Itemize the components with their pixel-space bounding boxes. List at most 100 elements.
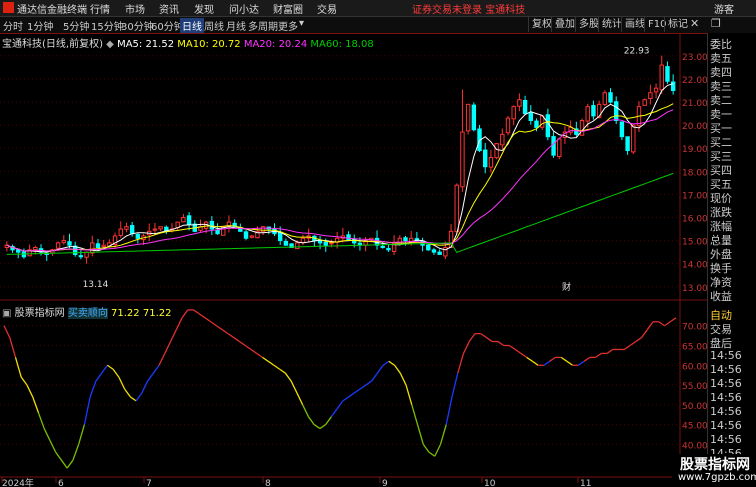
close-icon[interactable]: ✕	[690, 17, 699, 30]
candle-body	[665, 66, 670, 82]
sidebar-lower: 14:56	[710, 363, 742, 376]
chart-area[interactable]: 23.00 22.00 21.00 20.00 19.00 18.00 17.00 16.00…	[0, 33, 707, 487]
menu-zixun[interactable]: 资讯	[159, 1, 179, 16]
candle-body	[67, 241, 72, 246]
candle-body	[619, 121, 625, 138]
indicator-segment	[336, 400, 344, 410]
tab-1min[interactable]: 1分钟	[27, 18, 53, 33]
app-title: 通达信金融终端	[17, 5, 87, 16]
indicator-segment	[376, 364, 384, 374]
tab-60min[interactable]: 60分钟	[151, 18, 184, 33]
indicator-segment	[371, 372, 378, 382]
indicator-segment	[273, 364, 281, 370]
indicator-segment	[262, 356, 269, 362]
indicator-segment	[233, 337, 240, 343]
candle-body	[551, 136, 556, 156]
candle-body	[488, 156, 494, 168]
indicator-segment	[20, 376, 28, 386]
ma5-label: MA5: 21.52	[117, 39, 175, 50]
chart-grid	[0, 33, 707, 487]
x-tick-label: 10	[484, 479, 496, 487]
ma5-line	[6, 83, 674, 253]
y-tick-label: 60.00	[682, 362, 707, 372]
quote-sidebar: 委比 卖五 卖四 卖三 卖二 卖一 买一 买二 买三 买四 买五 现价 涨跌 涨…	[707, 33, 756, 487]
tab-15min[interactable]: 15分钟	[91, 18, 124, 33]
indicator-segment	[543, 360, 551, 366]
candle-body	[277, 231, 283, 242]
y-tick-label: 50.00	[682, 402, 707, 412]
indicator-segment	[313, 424, 321, 430]
indicator-label: 买卖顺向	[67, 308, 108, 319]
menu-hangqing[interactable]: 行情	[90, 1, 110, 16]
tab-30min[interactable]: 30分钟	[121, 18, 154, 33]
tab-5min[interactable]: 5分钟	[63, 18, 89, 33]
indicator-segment	[83, 396, 91, 425]
indicator-segment	[175, 317, 183, 330]
candle-body	[659, 64, 664, 91]
settings-icon[interactable]: ◆	[106, 39, 114, 50]
menu-wenxiaoda[interactable]: 问小达	[229, 1, 259, 16]
indicator-segment	[112, 368, 120, 378]
indicator-segment	[3, 325, 11, 338]
indicator-segment	[658, 321, 665, 327]
indicator-segment	[520, 352, 528, 358]
candle-body	[175, 221, 180, 228]
indicator-segment	[416, 424, 424, 445]
indicator-segment	[66, 459, 74, 469]
indicator-segment	[583, 356, 591, 362]
indicator-segment	[26, 384, 34, 398]
menu-shichang[interactable]: 市场	[125, 1, 145, 16]
ma20-line	[6, 109, 674, 252]
indicator-icon: ▣	[2, 308, 12, 319]
high-price-label: 22.93	[624, 47, 650, 57]
indicator-segment	[78, 424, 86, 445]
indicator-segment	[577, 360, 585, 366]
indicator-name[interactable]: 股票指标网	[15, 308, 65, 319]
indicator-segment	[434, 444, 442, 457]
sidebar-lower: 14:56	[710, 405, 742, 418]
login-notice[interactable]: 证券交易未登录 宝通科技	[412, 1, 525, 16]
candle-body	[181, 216, 186, 223]
tab-multi-period[interactable]: 多周期	[248, 18, 278, 33]
ma60-label: MA60: 18.08	[310, 39, 374, 50]
tab-weekly[interactable]: 周线	[204, 18, 224, 33]
sidebar-lower: 14:56	[710, 349, 742, 362]
indicator-segment	[664, 321, 671, 327]
indicator-segment	[365, 380, 372, 386]
chevron-down-icon[interactable]: ▾	[299, 18, 304, 29]
indicator-segment	[641, 329, 648, 338]
tab-fenshi[interactable]: 分时	[3, 18, 23, 33]
indicator-segment	[89, 380, 97, 398]
menu-faxian[interactable]: 发现	[194, 1, 214, 16]
mark-button[interactable]: 标记	[664, 17, 691, 32]
guest-label[interactable]: 游客	[714, 1, 734, 16]
app-logo-icon	[3, 2, 14, 13]
restore-icon[interactable]: ❐	[711, 17, 721, 30]
candle-body	[494, 143, 499, 159]
main-info-line: 宝通科技(日线,前复权) ◆ MA5: 21.52 MA10: 20.72 MA…	[2, 35, 374, 50]
indicator-segment	[37, 412, 45, 429]
candle-body	[129, 225, 135, 235]
indicator-segment	[204, 317, 212, 323]
indicator-segment	[198, 313, 206, 319]
candle-body	[55, 242, 61, 249]
tab-daily[interactable]: 日线	[180, 18, 204, 33]
indicator-segment	[319, 424, 327, 430]
menu-caifuquan[interactable]: 财富圈	[273, 1, 303, 16]
candle-body	[243, 231, 249, 239]
indicator-segment	[227, 333, 235, 339]
indicator-segment	[486, 337, 493, 343]
candle-body	[517, 99, 522, 107]
tab-more[interactable]: 更多	[278, 18, 298, 33]
indicator-segment	[216, 325, 223, 331]
indicator-segment	[244, 344, 252, 350]
overlay-button[interactable]: 叠加	[551, 17, 578, 32]
menu-jiaoyi[interactable]: 交易	[317, 1, 337, 16]
tab-monthly[interactable]: 月线	[226, 18, 246, 33]
indicator-v1: 71.22	[111, 308, 140, 319]
candle-body	[33, 247, 38, 251]
candle-body	[249, 235, 254, 238]
candle-body	[454, 184, 459, 233]
indicator-segment	[210, 321, 217, 327]
ma10-label: MA10: 20.72	[177, 39, 241, 50]
